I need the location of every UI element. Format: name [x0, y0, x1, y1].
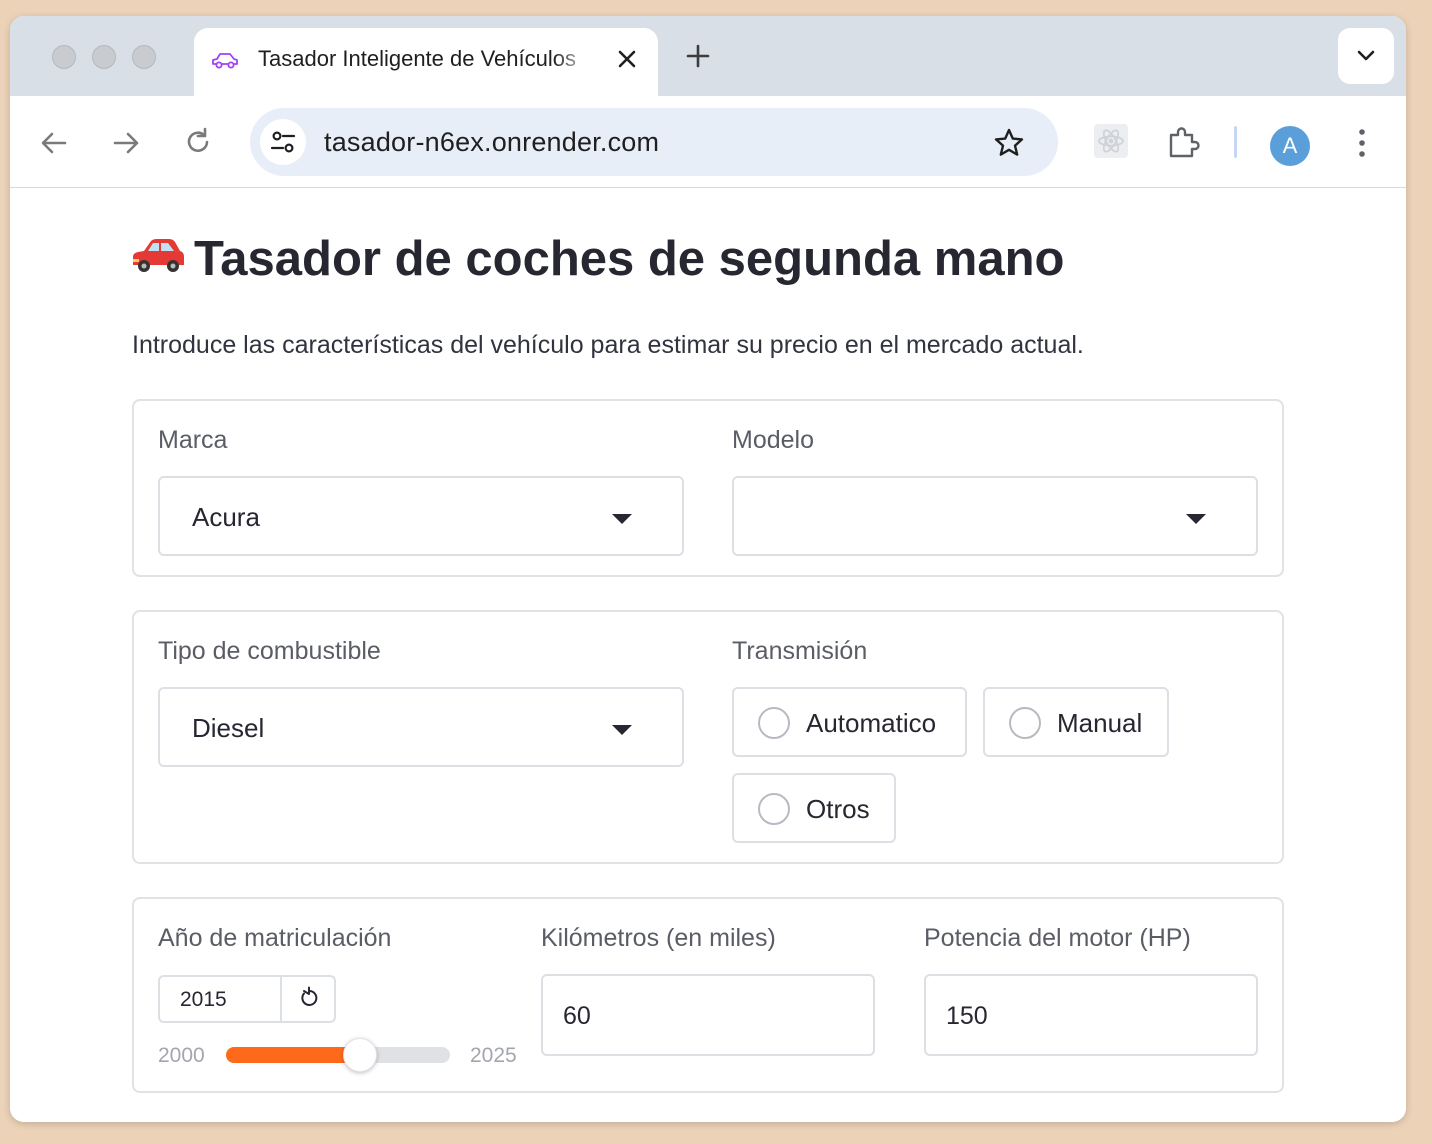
reload-icon[interactable]: [182, 126, 214, 158]
url-text[interactable]: tasador-n6ex.onrender.com: [324, 126, 659, 158]
slider-fill: [226, 1047, 360, 1063]
combustible-select[interactable]: Diesel: [158, 687, 684, 767]
chevron-down-icon: [1357, 50, 1375, 61]
year-km-power-card: Año de matriculación 2015 2000 2025 Kiló…: [132, 897, 1284, 1093]
car-icon: [212, 53, 238, 69]
combustible-label: Tipo de combustible: [158, 637, 381, 665]
brand-model-card: Marca Acura Modelo: [132, 399, 1284, 577]
marca-label: Marca: [158, 426, 228, 454]
caret-down-icon: [1186, 514, 1206, 524]
radio-label: Manual: [1057, 708, 1143, 738]
radio-otros[interactable]: Otros: [732, 773, 896, 843]
forward-arrow-icon[interactable]: [110, 128, 142, 158]
potencia-value: 150: [946, 1002, 988, 1030]
more-vert-icon[interactable]: [1350, 126, 1374, 160]
tab-strip: Tasador Inteligente de Vehículos: [10, 16, 1406, 96]
radio-circle: [758, 793, 790, 825]
avatar[interactable]: A: [1270, 126, 1310, 166]
marca-value: Acura: [192, 502, 260, 532]
modelo-select[interactable]: [732, 476, 1258, 556]
slider-min-label: 2000: [158, 1044, 205, 1067]
browser-toolbar: tasador-n6ex.onrender.com A: [10, 96, 1406, 188]
close-window-button[interactable]: [52, 45, 76, 69]
anio-label: Año de matriculación: [158, 924, 392, 952]
toolbar-divider: [1234, 126, 1237, 158]
react-devtools-button[interactable]: [1094, 124, 1128, 158]
close-icon[interactable]: [614, 46, 640, 72]
tab-title: Tasador Inteligente de Vehículos: [258, 46, 577, 71]
combustible-value: Diesel: [192, 713, 265, 743]
modelo-label: Modelo: [732, 426, 814, 454]
extensions-icon[interactable]: [1166, 124, 1202, 160]
anio-number-input[interactable]: 2015: [158, 975, 336, 1023]
car-emoji-icon: [133, 239, 184, 272]
tab-search-button[interactable]: [1338, 28, 1394, 84]
star-icon[interactable]: [992, 126, 1026, 160]
kilometros-value: 60: [563, 1002, 591, 1030]
kilometros-input[interactable]: 60: [541, 974, 875, 1056]
radio-circle: [1009, 707, 1041, 739]
site-settings-button[interactable]: [260, 119, 306, 165]
site-settings-icon: [270, 131, 296, 153]
intro-text: Introduce las características del vehícu…: [132, 331, 1084, 359]
anio-slider[interactable]: [226, 1038, 450, 1072]
address-bar[interactable]: tasador-n6ex.onrender.com: [250, 108, 1058, 176]
page-title: Tasador de coches de segunda mano: [194, 232, 1065, 286]
reset-button[interactable]: [280, 975, 336, 1023]
transmision-label: Transmisión: [732, 637, 868, 665]
browser-window: Tasador Inteligente de Vehículos tasador…: [10, 16, 1406, 1122]
radio-manual[interactable]: Manual: [983, 687, 1169, 757]
reset-icon: [301, 986, 318, 1006]
minimize-window-button[interactable]: [92, 45, 116, 69]
zoom-window-button[interactable]: [132, 45, 156, 69]
react-devtools-icon: [1098, 129, 1124, 153]
caret-down-icon: [612, 514, 632, 524]
plus-icon[interactable]: [684, 42, 712, 70]
tab-active[interactable]: Tasador Inteligente de Vehículos: [194, 28, 658, 96]
caret-down-icon: [612, 725, 632, 735]
kilometros-label: Kilómetros (en miles): [541, 924, 776, 952]
fuel-transmission-card: Tipo de combustible Diesel Transmisión A…: [132, 610, 1284, 864]
slider-thumb[interactable]: [343, 1038, 377, 1072]
potencia-label: Potencia del motor (HP): [924, 924, 1191, 952]
back-arrow-icon[interactable]: [38, 128, 70, 158]
page-content: Tasador de coches de segunda mano Introd…: [10, 189, 1406, 1122]
radio-circle: [758, 707, 790, 739]
potencia-input[interactable]: 150: [924, 974, 1258, 1056]
marca-select[interactable]: Acura: [158, 476, 684, 556]
radio-label: Automatico: [806, 708, 937, 738]
anio-value: 2015: [180, 988, 227, 1011]
radio-label: Otros: [806, 794, 870, 824]
slider-max-label: 2025: [470, 1044, 517, 1067]
radio-automatico[interactable]: Automatico: [732, 687, 967, 757]
